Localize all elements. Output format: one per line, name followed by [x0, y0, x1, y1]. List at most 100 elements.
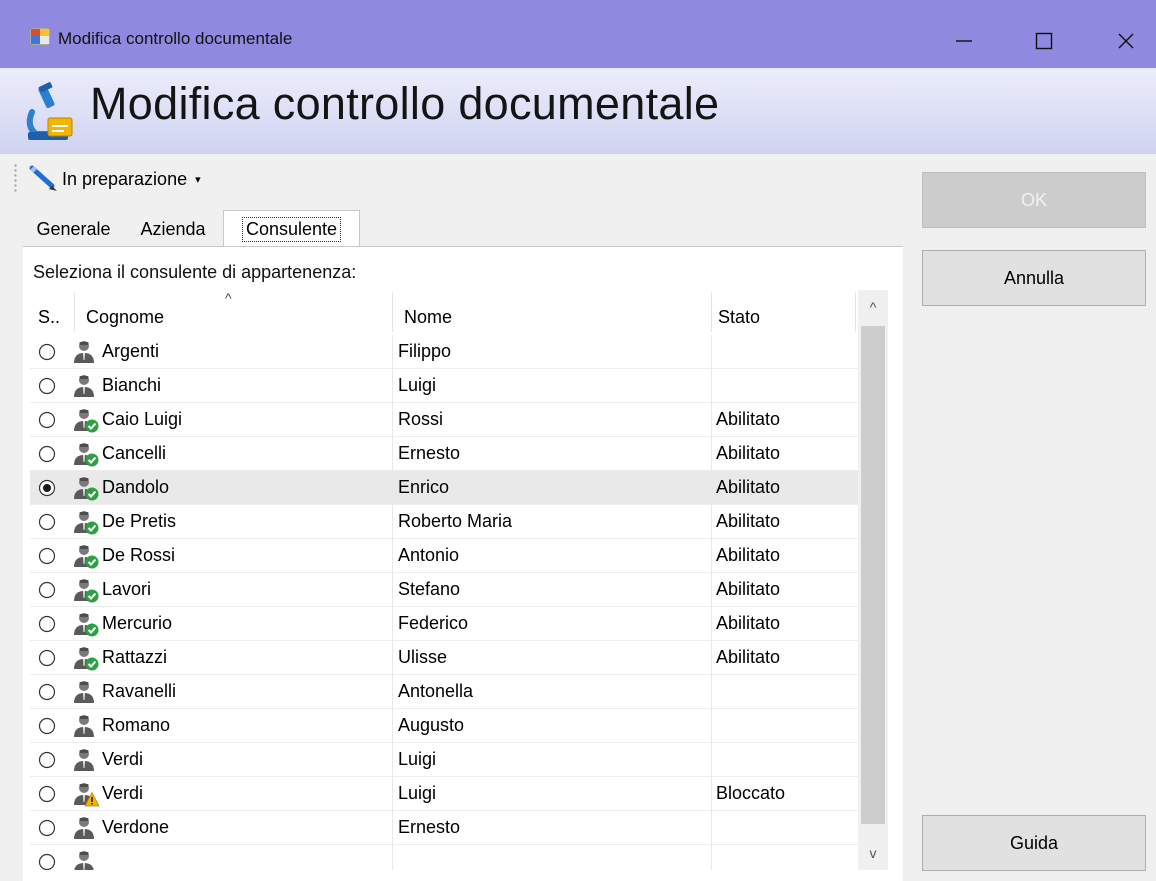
grid-line: [392, 709, 393, 743]
cell-cognome: De Pretis: [102, 511, 177, 531]
dialog-window: Modifica controllo documentale Modifica …: [0, 0, 1156, 881]
grid-line: [392, 607, 393, 641]
user-icon: [74, 817, 94, 839]
cell-stato: Abilitato: [716, 579, 781, 599]
row-radio-button[interactable]: [38, 513, 56, 531]
user-enabled-icon: [74, 511, 99, 535]
list-item[interactable]: Cancelli Ernesto Abilitato: [30, 437, 860, 471]
cancel-button-label: Annulla: [1003, 267, 1065, 288]
page-title: Modifica controllo documentale: [90, 78, 720, 129]
list-item[interactable]: Lavori Stefano Abilitato: [30, 573, 860, 607]
row-radio-button[interactable]: [38, 717, 56, 735]
scrollbar-thumb[interactable]: [861, 326, 885, 824]
user-enabled-icon: [74, 647, 99, 671]
help-button[interactable]: Guida: [922, 815, 1146, 871]
pencil-icon: [29, 165, 57, 191]
row-radio-button[interactable]: [38, 411, 56, 429]
ok-button[interactable]: OK: [922, 172, 1146, 228]
list-item[interactable]: De Rossi Antonio Abilitato: [30, 539, 860, 573]
grid-line: [711, 641, 712, 675]
list-item[interactable]: Ravanelli Antonella: [30, 675, 860, 709]
close-button[interactable]: [1096, 18, 1156, 64]
list-header: S.. Cognome ^ Nome Stato: [30, 290, 860, 334]
cell-nome: Enrico: [398, 477, 450, 497]
list-item[interactable]: Argenti Filippo: [30, 335, 860, 369]
toolbar-grip[interactable]: [14, 163, 17, 193]
column-header-nome[interactable]: Nome: [404, 290, 704, 334]
row-radio-button[interactable]: [38, 853, 56, 870]
cell-cognome: Bianchi: [102, 375, 162, 395]
row-radio-button[interactable]: [38, 377, 56, 395]
cell-stato: Abilitato: [716, 647, 781, 667]
row-radio-button[interactable]: [38, 445, 56, 463]
user-icon: [74, 715, 94, 737]
column-header-stato[interactable]: Stato: [718, 290, 848, 334]
close-icon: [1118, 33, 1134, 49]
cell-nome: Ernesto: [398, 443, 461, 463]
grid-line: [392, 403, 393, 437]
grid-line: [711, 811, 712, 845]
consultant-list[interactable]: S.. Cognome ^ Nome Stato Argenti Filippo B…: [30, 290, 888, 870]
row-radio-button[interactable]: [38, 343, 56, 361]
user-icon: [74, 681, 94, 703]
cell-stato: Abilitato: [716, 477, 781, 497]
column-header-select[interactable]: S..: [38, 290, 74, 334]
user-enabled-icon: [74, 579, 99, 603]
column-divider: [855, 292, 856, 332]
list-item[interactable]: Bianchi Luigi: [30, 369, 860, 403]
list-item[interactable]: Dandolo Enrico Abilitato: [30, 471, 860, 505]
scroll-down-arrow-icon[interactable]: v: [858, 836, 888, 870]
column-divider: [392, 292, 393, 332]
title-bar[interactable]: Modifica controllo documentale: [0, 0, 1156, 68]
grid-line: [392, 777, 393, 811]
list-item[interactable]: De Pretis Roberto Maria Abilitato: [30, 505, 860, 539]
grid-line: [711, 403, 712, 437]
cancel-button[interactable]: Annulla: [922, 250, 1146, 306]
list-item[interactable]: [30, 845, 860, 870]
row-radio-button[interactable]: [38, 785, 56, 803]
grid-line: [392, 573, 393, 607]
row-radio-button[interactable]: [38, 615, 56, 633]
tab-label: Generale: [36, 219, 111, 239]
row-radio-button[interactable]: [38, 751, 56, 769]
maximize-icon: [1035, 32, 1053, 50]
row-radio-button[interactable]: [38, 819, 56, 837]
row-radio-button[interactable]: [38, 581, 56, 599]
grid-line: [711, 845, 712, 870]
user-enabled-icon: [74, 613, 99, 637]
row-radio-button[interactable]: [38, 547, 56, 565]
list-item[interactable]: Verdi Luigi Bloccato: [30, 777, 860, 811]
row-radio-button[interactable]: [38, 649, 56, 667]
cell-cognome: Argenti: [102, 341, 160, 361]
tab-generale[interactable]: Generale: [23, 214, 124, 245]
status-label: In preparazione: [62, 168, 188, 189]
list-item[interactable]: Verdi Luigi: [30, 743, 860, 777]
grid-line: [711, 505, 712, 539]
user-enabled-icon: [74, 443, 99, 467]
maximize-button[interactable]: [1014, 18, 1074, 64]
tab-azienda[interactable]: Azienda: [124, 214, 222, 245]
cell-nome: Ulisse: [398, 647, 448, 667]
cell-cognome: De Rossi: [102, 545, 176, 565]
status-dropdown[interactable]: In preparazione ▾: [26, 160, 201, 198]
column-divider: [74, 292, 75, 332]
minimize-button[interactable]: [934, 18, 994, 64]
grid-line: [711, 709, 712, 743]
cell-stato: Abilitato: [716, 511, 781, 531]
row-radio-button[interactable]: [38, 479, 56, 497]
column-header-cognome[interactable]: Cognome: [86, 290, 386, 334]
grid-line: [392, 811, 393, 845]
tab-consulente[interactable]: Consulente: [223, 210, 360, 247]
cell-nome: Augusto: [398, 715, 465, 735]
row-radio-button[interactable]: [38, 683, 56, 701]
cell-nome: Ernesto: [398, 817, 461, 837]
list-item[interactable]: Romano Augusto: [30, 709, 860, 743]
list-item[interactable]: Rattazzi Ulisse Abilitato: [30, 641, 860, 675]
list-item[interactable]: Caio Luigi Rossi Abilitato: [30, 403, 860, 437]
list-item[interactable]: Mercurio Federico Abilitato: [30, 607, 860, 641]
scroll-up-arrow-icon[interactable]: ^: [858, 290, 888, 324]
vertical-scrollbar[interactable]: ^ v: [858, 290, 888, 870]
list-item[interactable]: Verdone Ernesto: [30, 811, 860, 845]
ok-button-label: OK: [1020, 189, 1047, 210]
cell-nome: Luigi: [398, 749, 437, 769]
